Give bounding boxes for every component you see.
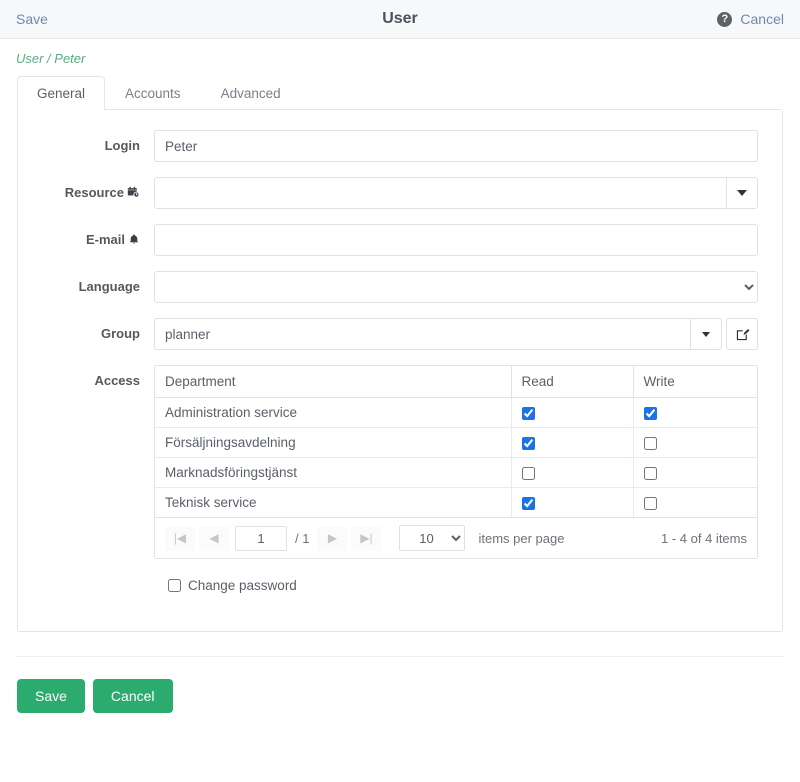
field-row-language: Language xyxy=(18,271,782,303)
triangle-down-icon xyxy=(701,331,710,337)
cell-write xyxy=(633,397,757,428)
language-field-wrap xyxy=(154,271,758,303)
table-header-row: Department Read Write xyxy=(155,366,757,398)
cell-write xyxy=(633,487,757,518)
group-input[interactable]: planner xyxy=(154,318,690,350)
access-table-head: Department Read Write xyxy=(155,366,757,398)
next-page-icon[interactable]: ▶ xyxy=(317,525,348,551)
edit-square-icon xyxy=(736,328,749,340)
field-row-group: Group planner xyxy=(18,318,782,350)
tab-accounts[interactable]: Accounts xyxy=(105,76,201,110)
cell-department: Teknisk service xyxy=(155,487,512,518)
email-label: E-mail xyxy=(18,224,154,249)
read-checkbox[interactable] xyxy=(521,466,535,480)
group-combo: planner xyxy=(154,318,722,350)
change-password-label: Change password xyxy=(188,578,297,593)
access-field-wrap: Department Read Write Administration ser… xyxy=(154,365,758,559)
field-row-access: Access Department Read Write Administrat… xyxy=(18,365,782,559)
login-input[interactable]: Peter xyxy=(154,130,758,162)
bell-icon xyxy=(128,234,140,249)
prev-page-icon[interactable]: ◀ xyxy=(199,525,229,551)
cell-read xyxy=(511,427,634,458)
items-per-page-label: items per page xyxy=(478,530,565,546)
tab-bar: General Accounts Advanced xyxy=(0,76,800,110)
breadcrumb: User / Peter xyxy=(16,51,86,66)
page-size-select[interactable]: 10 xyxy=(399,525,466,551)
table-row: Försäljningsavdelning xyxy=(155,427,757,458)
write-checkbox[interactable] xyxy=(643,496,657,510)
save-button[interactable]: Save xyxy=(17,679,85,713)
read-checkbox[interactable] xyxy=(521,496,535,510)
col-header-write: Write xyxy=(633,366,757,398)
cell-department: Administration service xyxy=(155,397,512,428)
toolbar-save-link[interactable]: Save xyxy=(16,11,48,27)
item-count-label: 1 - 4 of 4 items xyxy=(661,530,747,546)
cell-read xyxy=(511,457,634,488)
email-field-wrap xyxy=(154,224,758,256)
top-toolbar: Save User ? Cancel xyxy=(0,0,800,39)
field-row-login: Login Peter xyxy=(18,130,782,162)
cancel-button[interactable]: Cancel xyxy=(92,679,173,713)
login-field-wrap: Peter xyxy=(154,130,758,162)
read-checkbox[interactable] xyxy=(521,406,535,420)
table-row: Teknisk service xyxy=(155,487,757,518)
write-checkbox[interactable] xyxy=(643,466,657,480)
table-pager: |◀ ◀ / 1 ▶ ▶| 10 items per page 1 - 4 of… xyxy=(155,518,757,558)
last-page-icon[interactable]: ▶| xyxy=(351,525,382,551)
resource-label: Resource xyxy=(18,177,154,202)
footer-actions: Save Cancel xyxy=(0,657,800,713)
email-label-text: E-mail xyxy=(85,232,125,247)
general-tab-panel: Login Peter Resource E-mail Language Gro… xyxy=(17,109,783,632)
cell-department: Försäljningsavdelning xyxy=(155,427,512,458)
toolbar-cancel-link[interactable]: Cancel xyxy=(740,11,784,27)
col-header-department: Department xyxy=(155,366,512,398)
group-edit-button[interactable] xyxy=(726,318,758,350)
access-table-body: Administration service Försäljningsavdel… xyxy=(155,397,757,518)
page-title: User xyxy=(382,10,418,27)
field-row-resource: Resource xyxy=(18,177,782,209)
cell-read xyxy=(511,487,634,518)
col-header-read: Read xyxy=(511,366,634,398)
toolbar-right-group: ? Cancel xyxy=(717,11,784,27)
login-label: Login xyxy=(104,138,140,153)
change-password-row: Change password xyxy=(18,578,782,593)
page-total-label: / 1 xyxy=(295,530,310,546)
field-row-email: E-mail xyxy=(18,224,782,256)
group-dropdown-button[interactable] xyxy=(689,318,722,350)
language-label: Language xyxy=(78,279,140,294)
resource-combo xyxy=(154,177,758,209)
access-table-wrap: Department Read Write Administration ser… xyxy=(154,365,758,559)
change-password-checkbox[interactable] xyxy=(168,579,181,592)
page-number-input[interactable] xyxy=(235,525,287,551)
triangle-down-icon xyxy=(736,190,747,196)
calendar-clock-icon xyxy=(127,186,140,202)
cell-department: Marknadsföringstjänst xyxy=(155,457,512,488)
tab-advanced[interactable]: Advanced xyxy=(201,76,301,110)
resource-label-text: Resource xyxy=(64,185,124,200)
resource-dropdown-button[interactable] xyxy=(725,177,758,209)
cell-read xyxy=(511,397,634,428)
table-row: Administration service xyxy=(155,397,757,428)
help-circle-icon[interactable]: ? xyxy=(717,11,733,27)
cell-write xyxy=(633,457,757,488)
read-checkbox[interactable] xyxy=(521,436,535,450)
resource-field-wrap xyxy=(154,177,758,209)
email-input[interactable] xyxy=(154,224,758,256)
cell-write xyxy=(633,427,757,458)
table-row: Marknadsföringstjänst xyxy=(155,457,757,488)
write-checkbox[interactable] xyxy=(643,406,657,420)
access-label: Access xyxy=(94,373,140,388)
access-table: Department Read Write Administration ser… xyxy=(155,366,757,518)
group-label: Group xyxy=(101,326,140,341)
first-page-icon[interactable]: |◀ xyxy=(165,525,195,551)
resource-input[interactable] xyxy=(154,177,726,209)
language-select[interactable] xyxy=(154,271,758,303)
group-field-wrap: planner xyxy=(154,318,758,350)
tab-general[interactable]: General xyxy=(17,76,106,110)
write-checkbox[interactable] xyxy=(643,436,657,450)
